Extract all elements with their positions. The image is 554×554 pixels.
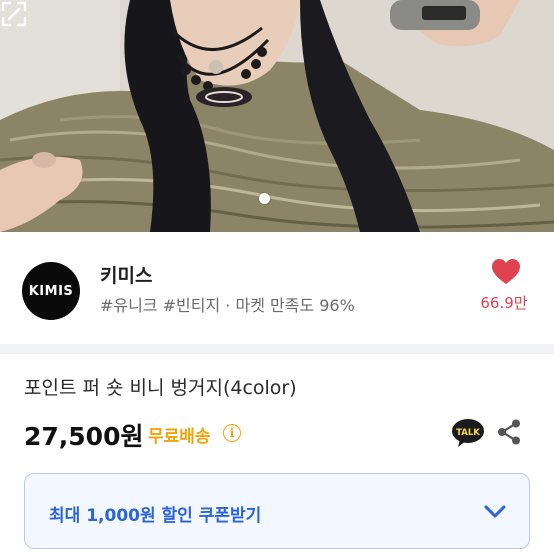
coupon-button[interactable]: 최대 1,000원 할인 쿠폰받기 — [24, 473, 530, 549]
talk-icon-text: TALK — [456, 428, 480, 438]
seller-logo-text: KIMIS — [28, 283, 74, 299]
product-photo[interactable] — [0, 0, 554, 232]
free-shipping-badge: 무료배송 — [148, 427, 211, 447]
info-icon[interactable]: i — [223, 424, 241, 442]
product-price: 27,500원 — [24, 422, 144, 451]
likes-count: 66.9만 — [480, 294, 528, 312]
talk-icon[interactable]: TALK — [451, 418, 485, 448]
section-divider — [0, 344, 554, 354]
share-icon[interactable] — [497, 419, 521, 445]
seller-logo[interactable]: KIMIS — [22, 262, 80, 320]
seller-name[interactable]: 키미스 — [100, 261, 152, 288]
coupon-label: 최대 1,000원 할인 쿠폰받기 — [49, 506, 262, 526]
product-photo-illustration — [0, 0, 554, 232]
product-title: 포인트 퍼 숏 비니 벙거지(4color) — [24, 377, 297, 399]
seller-section: KIMIS 키미스 #유니크 #빈티지 · 마켓 만족도 96% — [0, 232, 554, 344]
expand-icon[interactable] — [0, 0, 28, 28]
heart-icon[interactable] — [491, 258, 521, 286]
pager-dot-icon[interactable] — [259, 193, 270, 204]
chevron-down-icon — [484, 505, 506, 518]
seller-tags: #유니크 #빈티지 · 마켓 만족도 96% — [100, 296, 355, 315]
